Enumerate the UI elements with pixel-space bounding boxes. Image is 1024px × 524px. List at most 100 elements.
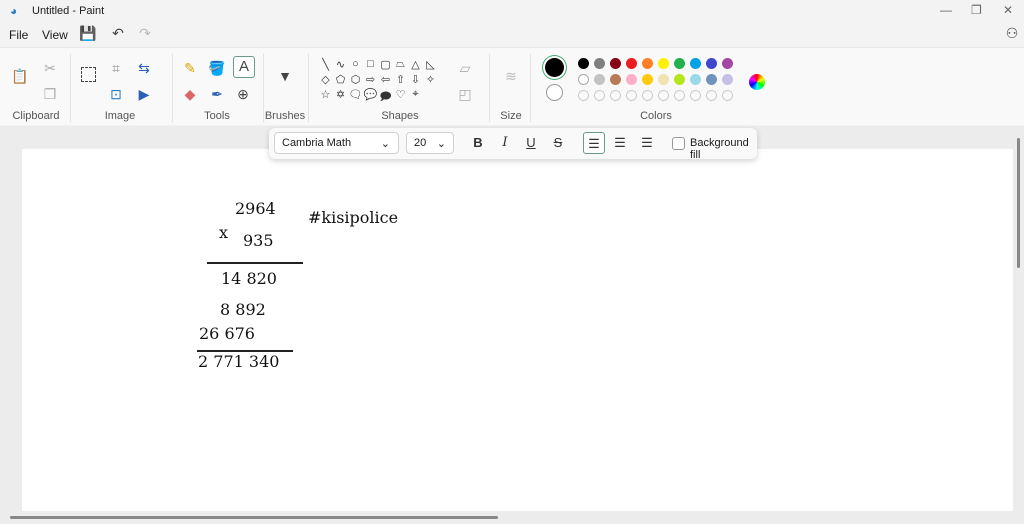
- secondary-color[interactable]: [546, 84, 563, 101]
- outline-icon[interactable]: ▱: [455, 58, 475, 78]
- shape-22-icon[interactable]: ⌖: [408, 88, 423, 107]
- minimize-button[interactable]: —: [940, 3, 952, 17]
- shape-16-icon[interactable]: ☆: [318, 88, 333, 107]
- shape-14-icon[interactable]: ⇩: [408, 73, 423, 86]
- pencil-icon[interactable]: ✎: [180, 58, 200, 78]
- custom-color-slot[interactable]: [626, 90, 637, 101]
- maximize-button[interactable]: ❐: [971, 3, 982, 17]
- shape-4-icon[interactable]: ▢: [378, 58, 393, 71]
- color-picker-icon[interactable]: ✒: [207, 84, 227, 104]
- color-swatch[interactable]: [594, 74, 605, 85]
- color-swatch[interactable]: [626, 74, 637, 85]
- custom-color-slot[interactable]: [594, 90, 605, 101]
- color-swatch[interactable]: [674, 58, 685, 69]
- custom-color-slot[interactable]: [578, 90, 589, 101]
- menu-file[interactable]: File: [9, 28, 28, 42]
- background-fill-checkbox[interactable]: [672, 137, 685, 150]
- size-icon[interactable]: ≋: [501, 66, 521, 86]
- color-swatch[interactable]: [690, 74, 701, 85]
- magnifier-icon[interactable]: ⊕: [233, 84, 253, 104]
- shape-7-icon[interactable]: ◺: [423, 58, 438, 71]
- crop-icon[interactable]: ⌗: [106, 58, 126, 78]
- strikethrough-button[interactable]: S: [547, 132, 569, 154]
- custom-color-slot[interactable]: [658, 90, 669, 101]
- align-left-icon[interactable]: ☰: [583, 132, 605, 154]
- shape-17-icon[interactable]: ✡: [333, 88, 348, 107]
- resize-icon[interactable]: ⊡: [106, 84, 126, 104]
- color-swatch[interactable]: [658, 58, 669, 69]
- select-icon[interactable]: [81, 67, 96, 82]
- color-swatch[interactable]: [722, 58, 733, 69]
- color-swatch[interactable]: [690, 58, 701, 69]
- text-tool-icon[interactable]: A: [233, 56, 255, 78]
- font-size-value: 20: [414, 137, 427, 149]
- shape-fill-icon[interactable]: ◰: [455, 84, 475, 104]
- font-family-value: Cambria Math: [282, 137, 352, 149]
- shape-19-icon[interactable]: 💬: [363, 88, 378, 107]
- shape-18-icon[interactable]: 🗨: [348, 88, 363, 107]
- share-icon[interactable]: ⚇: [1002, 23, 1022, 43]
- vertical-scrollbar[interactable]: [1017, 138, 1020, 268]
- edit-colors-icon[interactable]: [749, 74, 765, 90]
- color-swatch[interactable]: [706, 58, 717, 69]
- copy-icon[interactable]: ❐: [40, 84, 60, 104]
- custom-color-slot[interactable]: [690, 90, 701, 101]
- close-button[interactable]: ✕: [1003, 3, 1013, 17]
- align-right-icon[interactable]: ☰: [636, 132, 658, 154]
- shape-11-icon[interactable]: ⇨: [363, 73, 378, 86]
- color-swatch[interactable]: [706, 74, 717, 85]
- redo-icon[interactable]: ↷: [135, 23, 155, 43]
- menu-view[interactable]: View: [42, 28, 68, 42]
- color-swatch[interactable]: [626, 58, 637, 69]
- shape-13-icon[interactable]: ⇧: [393, 73, 408, 86]
- shape-10-icon[interactable]: ⬡: [348, 73, 363, 86]
- custom-color-slot[interactable]: [642, 90, 653, 101]
- custom-color-slot[interactable]: [706, 90, 717, 101]
- shape-21-icon[interactable]: ♡: [393, 88, 408, 107]
- primary-color[interactable]: [545, 58, 564, 77]
- shape-0-icon[interactable]: ╲: [318, 58, 333, 71]
- color-swatch[interactable]: [674, 74, 685, 85]
- flip-icon[interactable]: ▶: [134, 84, 154, 104]
- horizontal-scrollbar[interactable]: [10, 516, 498, 519]
- shape-8-icon[interactable]: ◇: [318, 73, 333, 86]
- color-swatch[interactable]: [658, 74, 669, 85]
- color-swatch[interactable]: [642, 58, 653, 69]
- font-family-select[interactable]: Cambria Math ⌄: [274, 132, 399, 154]
- rotate-icon[interactable]: ⇆: [134, 58, 154, 78]
- background-fill-label[interactable]: Background fill: [690, 137, 757, 161]
- shape-3-icon[interactable]: □: [363, 58, 378, 71]
- undo-icon[interactable]: ↶: [108, 23, 128, 43]
- shape-9-icon[interactable]: ⬠: [333, 73, 348, 86]
- color-swatch[interactable]: [642, 74, 653, 85]
- shape-1-icon[interactable]: ∿: [333, 58, 348, 71]
- eraser-icon[interactable]: ◆: [180, 84, 200, 104]
- shape-15-icon[interactable]: ✧: [423, 73, 438, 86]
- canvas-text-operator: x: [219, 223, 229, 242]
- underline-button[interactable]: U: [520, 132, 542, 154]
- paste-icon[interactable]: 📋: [10, 66, 30, 86]
- custom-color-slot[interactable]: [722, 90, 733, 101]
- shape-20-icon[interactable]: 🗩: [378, 88, 393, 107]
- color-swatch[interactable]: [578, 58, 589, 69]
- custom-color-slot[interactable]: [610, 90, 621, 101]
- color-swatch[interactable]: [578, 74, 589, 85]
- align-center-icon[interactable]: ☰: [609, 132, 631, 154]
- canvas[interactable]: [22, 149, 1013, 511]
- cut-icon[interactable]: ✂: [40, 58, 60, 78]
- shape-6-icon[interactable]: △: [408, 58, 423, 71]
- color-swatch[interactable]: [610, 74, 621, 85]
- color-swatch[interactable]: [594, 58, 605, 69]
- shape-12-icon[interactable]: ⇦: [378, 73, 393, 86]
- color-swatch[interactable]: [610, 58, 621, 69]
- font-size-select[interactable]: 20 ⌄: [406, 132, 454, 154]
- shape-2-icon[interactable]: ○: [348, 58, 363, 71]
- fill-icon[interactable]: 🪣: [207, 58, 227, 78]
- color-swatch[interactable]: [722, 74, 733, 85]
- bold-button[interactable]: B: [467, 132, 489, 154]
- custom-color-slot[interactable]: [674, 90, 685, 101]
- shape-5-icon[interactable]: ⏢: [393, 58, 408, 71]
- save-icon[interactable]: 💾: [78, 23, 98, 43]
- brush-icon[interactable]: ▼: [275, 66, 295, 86]
- italic-button[interactable]: I: [494, 132, 516, 154]
